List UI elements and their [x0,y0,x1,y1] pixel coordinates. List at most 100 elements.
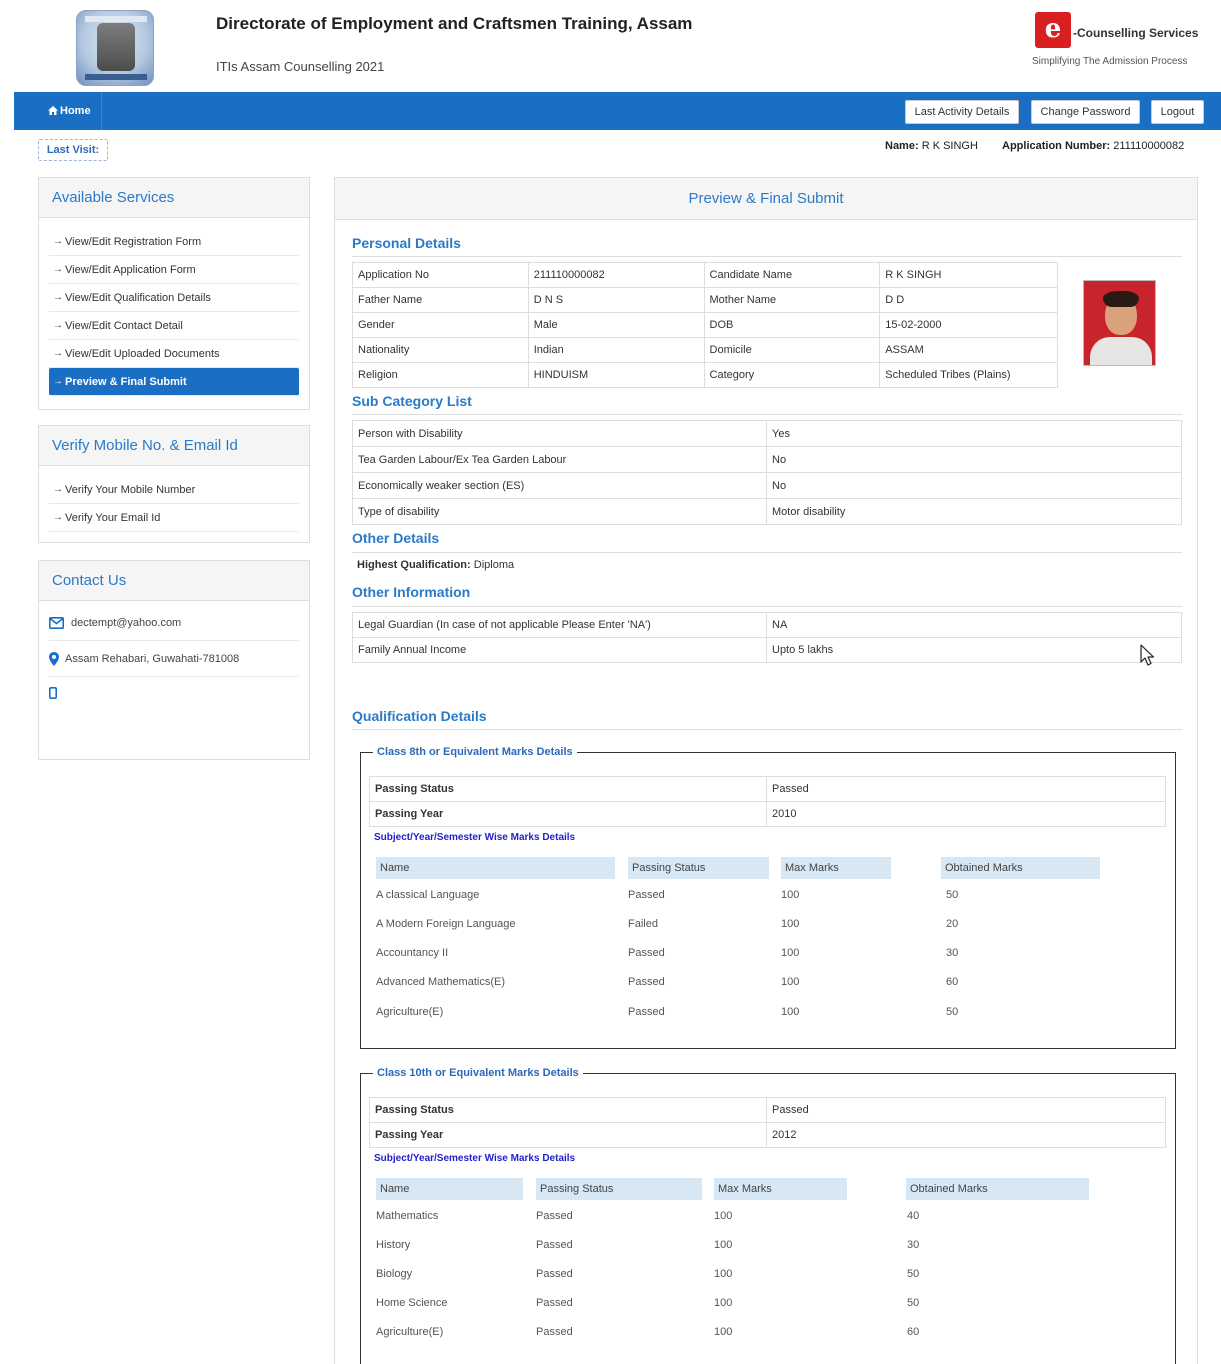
label-cell: Gender [352,312,529,338]
menu-view-edit-contact-detail[interactable]: → View/Edit Contact Detail [49,312,299,340]
label-cell: Mother Name [703,287,881,313]
class10-legend: Class 10th or Equivalent Marks Details [377,1067,579,1079]
nav-home-link[interactable]: Home [14,92,102,130]
label-cell: Application No [352,262,529,288]
change-password-button[interactable]: Change Password [1031,100,1140,124]
value-cell: R K SINGH [879,262,1058,288]
passing-status-label: Passing Status [369,776,767,802]
column-header-obtained-marks: Obtained Marks [941,857,1100,879]
last-activity-button[interactable]: Last Activity Details [905,100,1019,124]
menu-item-label: Verify Your Mobile Number [65,484,196,496]
sub-category-title: Sub Category List [352,393,472,409]
label-cell: Candidate Name [703,262,881,288]
other-information-table: Legal Guardian (In case of not applicabl… [352,612,1182,663]
menu-verify-email[interactable]: → Verify Your Email Id [49,504,299,532]
subject-max-marks: 100 [781,889,800,901]
logout-button[interactable]: Logout [1151,100,1204,124]
label-cell: Nationality [352,337,529,363]
contact-address-row: Assam Rehabari, Guwahati-781008 [49,641,299,677]
contact-address: Assam Rehabari, Guwahati-781008 [65,653,240,665]
mouse-pointer-icon [1140,644,1155,666]
contact-email[interactable]: dectempt@yahoo.com [71,617,181,629]
subject-status: Passed [628,976,665,988]
page-title: Directorate of Employment and Craftsmen … [216,14,693,33]
column-header-obtained-marks: Obtained Marks [906,1178,1089,1200]
verify-title: Verify Mobile No. & Email Id [39,426,309,466]
application-number: 211110000082 [1113,140,1185,152]
subject-name: History [376,1239,411,1251]
divider [352,414,1182,415]
subject-obtained-marks: 50 [907,1297,920,1309]
table-row: Application No 211110000082 Candidate Na… [352,262,1058,288]
personal-details-table: Application No 211110000082 Candidate Na… [352,262,1058,388]
label-cell: Economically weaker section (ES) [352,472,767,499]
user-name-label: Name: [885,140,919,152]
passing-status-value: Passed [766,1097,1166,1123]
value-cell: Male [527,312,705,338]
subject-obtained-marks: 50 [946,889,959,901]
highest-qualification: Highest Qualification: Diploma [357,559,514,571]
subject-name: Accountancy II [376,947,449,959]
divider [352,606,1182,607]
home-icon [48,106,58,115]
value-cell: 15-02-2000 [879,312,1058,338]
subject-obtained-marks: 60 [907,1326,920,1338]
mobile-icon [49,687,57,699]
subject-status: Passed [628,889,665,901]
verify-panel: Verify Mobile No. & Email Id → Verify You… [38,425,310,543]
brand-name: -Counselling Services [1073,26,1199,40]
menu-view-edit-uploaded-documents[interactable]: → View/Edit Uploaded Documents [49,340,299,368]
passing-year-label: Passing Year [369,801,767,827]
arrow-right-icon: → [53,292,63,303]
menu-view-edit-registration-form[interactable]: → View/Edit Registration Form [49,228,299,256]
sub-category-table: Person with Disability Yes Tea Garden La… [352,420,1182,525]
page-header: Directorate of Employment and Craftsmen … [0,0,1221,92]
divider [352,552,1182,553]
subject-max-marks: 100 [781,976,800,988]
subject-name: Advanced Mathematics(E) [376,976,505,988]
envelope-icon [49,617,64,629]
value-cell: NA [766,612,1182,638]
highest-qualification-value: Diploma [473,559,515,571]
subject-name: A Modern Foreign Language [376,918,516,930]
subject-status: Passed [536,1239,573,1251]
class10-subject-marks-title: Subject/Year/Semester Wise Marks Details [374,1153,576,1164]
application-number-label: Application Number: [1002,140,1111,152]
menu-verify-mobile[interactable]: → Verify Your Mobile Number [49,476,299,504]
menu-view-edit-application-form[interactable]: → View/Edit Application Form [49,256,299,284]
label-cell: Category [703,362,881,388]
menu-item-label: View/Edit Registration Form [65,236,202,248]
class8-legend: Class 8th or Equivalent Marks Details [377,746,573,758]
user-name-info: Name: R K SINGH [885,140,978,152]
class8-passing-table: Passing Status Passed Passing Year 2010 [369,776,1166,827]
class8-subject-marks-title: Subject/Year/Semester Wise Marks Details [374,832,576,843]
candidate-photo [1083,280,1156,366]
available-services-panel: Available Services → View/Edit Registrati… [38,177,310,410]
subject-obtained-marks: 40 [907,1210,920,1222]
subject-name: Agriculture(E) [376,1006,444,1018]
arrow-right-icon: → [53,320,63,331]
subject-status: Passed [536,1210,573,1222]
page-subtitle: ITIs Assam Counselling 2021 [216,59,385,74]
menu-view-edit-qualification-details[interactable]: → View/Edit Qualification Details [49,284,299,312]
subject-obtained-marks: 20 [946,918,959,930]
value-cell: Indian [527,337,705,363]
column-header-max-marks: Max Marks [781,857,891,879]
menu-preview-final-submit[interactable]: → Preview & Final Submit [49,368,299,396]
passing-year-value: 2012 [766,1122,1166,1148]
subject-max-marks: 100 [781,1006,800,1018]
value-cell: Yes [766,420,1182,447]
passing-year-label: Passing Year [369,1122,767,1148]
table-row: Father Name D N S Mother Name D D [352,287,1058,313]
table-row: Person with Disability Yes [352,420,1182,447]
subject-name: Home Science [376,1297,448,1309]
menu-item-label: Verify Your Email Id [65,512,161,524]
brand-logo-icon: e [1035,12,1071,48]
subject-max-marks: 100 [714,1268,733,1280]
class10-marks-fieldset: Class 10th or Equivalent Marks Details P… [360,1067,1176,1364]
subject-max-marks: 100 [781,947,800,959]
class10-passing-table: Passing Status Passed Passing Year 2012 [369,1097,1166,1148]
table-row: Nationality Indian Domicile ASSAM [352,337,1058,363]
main-title: Preview & Final Submit [335,178,1197,220]
available-services-title: Available Services [39,178,309,218]
